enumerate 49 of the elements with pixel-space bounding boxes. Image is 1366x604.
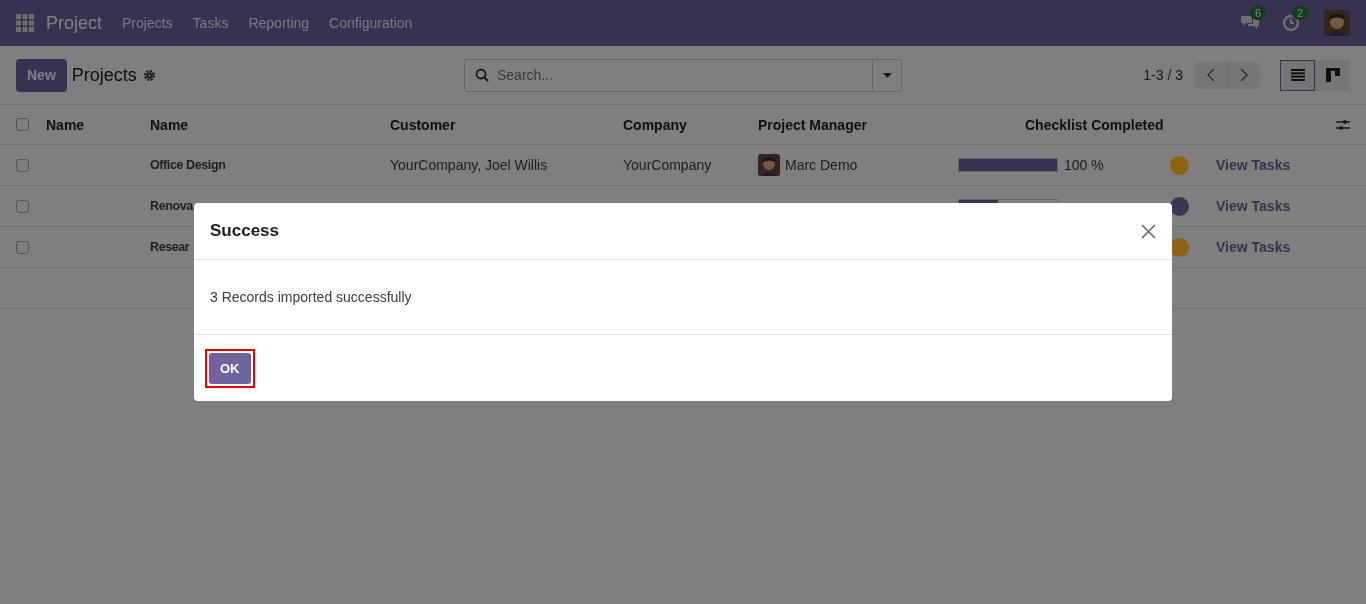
manager-name: Marc Demo: [785, 157, 858, 173]
user-avatar: [1324, 10, 1350, 36]
table-cell-text: YourCompany: [623, 157, 713, 173]
chevron-left-icon: [1207, 68, 1215, 82]
column-header[interactable]: Checklist Completed: [958, 116, 1216, 133]
view-tasks-link[interactable]: View Tasks: [1216, 239, 1336, 255]
search-bar[interactable]: Search...: [464, 58, 902, 92]
activity-count: 2: [1292, 6, 1309, 20]
page-title[interactable]: Projects: [71, 64, 137, 86]
row-checkbox[interactable]: [16, 240, 29, 254]
menu-item[interactable]: Reporting: [248, 15, 310, 31]
menu-item[interactable]: Tasks: [192, 15, 229, 31]
chevron-right-icon: [1240, 68, 1248, 82]
message-count: 6: [1250, 6, 1267, 20]
gear-icon[interactable]: [142, 68, 156, 82]
pager-value: 1-3 / 3: [1143, 67, 1183, 83]
kanban-view-button[interactable]: [1315, 59, 1350, 91]
new-button[interactable]: New: [16, 58, 67, 92]
kanban-icon: [1325, 68, 1340, 82]
manager-avatar: [758, 154, 780, 176]
list-view-button[interactable]: [1280, 59, 1315, 91]
progress-value: 100 %: [1064, 157, 1104, 173]
view-tasks-link[interactable]: View Tasks: [1216, 198, 1336, 214]
project-name: Office Design: [150, 158, 226, 172]
project-name: Resear: [150, 240, 190, 254]
column-header[interactable]: Name: [46, 116, 150, 133]
search-icon: [475, 68, 489, 82]
menu-item[interactable]: Configuration: [329, 15, 413, 31]
table-cell-text: YourCompany, Joel Willis: [390, 157, 549, 173]
column-header[interactable]: Name: [150, 116, 390, 133]
apps-grid-icon[interactable]: [16, 14, 34, 32]
dialog-message: 3 Records imported successfully: [210, 289, 412, 305]
app-name[interactable]: Project: [46, 12, 103, 34]
caret-icon[interactable]: [882, 72, 892, 78]
column-header[interactable]: Customer: [390, 116, 623, 133]
list-icon: [1290, 69, 1305, 81]
select-all-checkbox[interactable]: [16, 118, 29, 131]
row-checkbox[interactable]: [16, 199, 29, 213]
project-name: Renova: [150, 199, 193, 213]
column-header[interactable]: Project Manager: [758, 116, 958, 133]
row-checkbox[interactable]: [16, 158, 29, 172]
dialog-title: Success: [210, 221, 279, 241]
ok-button[interactable]: OK: [209, 352, 251, 384]
settings-icon[interactable]: [1336, 118, 1350, 131]
close-icon[interactable]: [1141, 223, 1156, 239]
view-tasks-link[interactable]: View Tasks: [1216, 157, 1336, 173]
search-field[interactable]: Search...: [489, 67, 872, 83]
menu-item[interactable]: Projects: [122, 15, 173, 31]
column-header[interactable]: Company: [623, 116, 758, 133]
